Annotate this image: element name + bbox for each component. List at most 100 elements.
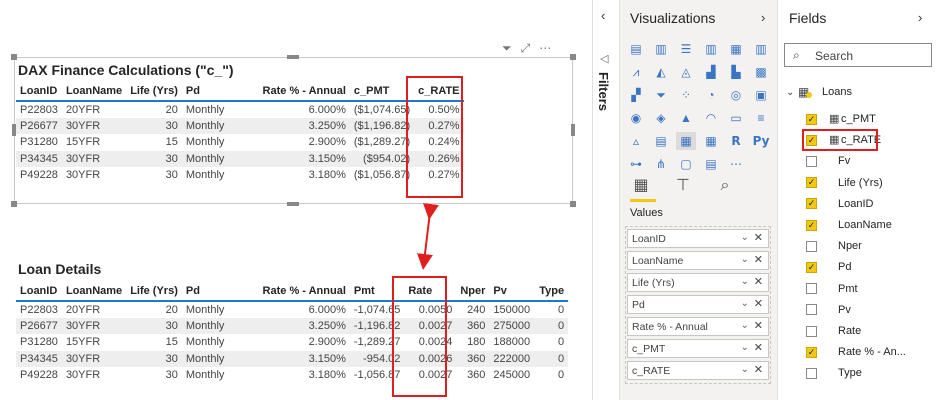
field-item[interactable]: Rate [806,323,861,339]
clustered-bar-chart-icon[interactable]: ☰ [676,40,696,58]
python-visual-icon[interactable]: Py [751,132,771,150]
remove-field-icon[interactable]: ✕ [754,253,763,266]
table-row[interactable]: P31280 15YFR 15 Monthly 2.900% -1,289.27 0.002… [16,334,569,351]
filters-pane-collapsed[interactable]: ‹ ◁ Filters [592,0,620,400]
key-influencers-icon[interactable]: ⊶ [626,155,646,173]
filter-icon[interactable]: ⏷ [502,41,512,55]
chevron-down-icon[interactable]: ⌄ [741,276,749,287]
table-row[interactable]: P26677 30YFR 30 Monthly 3.250% ($1,196.82) 0.2… [16,117,464,135]
area-chart-icon[interactable]: ◭ [651,63,671,81]
column-header[interactable]: Pd [181,81,255,102]
field-checkbox[interactable] [806,367,817,379]
card-icon[interactable]: ▭ [726,109,746,127]
format-paint-roller-icon[interactable]: ⊤ [672,175,694,197]
column-header[interactable]: Type [534,281,569,302]
chevron-down-icon[interactable]: ⌄ [786,87,798,98]
resize-handle[interactable] [287,202,299,206]
table-row[interactable]: P49228 30YFR 30 Monthly 3.180% -1,056.87 0.002… [16,367,569,384]
value-well-item[interactable]: LoanID ⌄ ✕ [627,229,769,248]
dax-finance-table[interactable]: LoanID LoanName Life (Yrs) Pd Rate % - A… [16,81,464,184]
resize-handle[interactable] [11,54,17,60]
column-header[interactable]: Life (Yrs) [126,281,182,302]
column-header[interactable]: Pd [181,281,255,302]
field-item[interactable]: ✓ Life (Yrs) [806,175,883,191]
remove-field-icon[interactable]: ✕ [754,231,763,244]
field-item[interactable]: Pv [806,302,851,318]
map-icon[interactable]: ◉ [626,109,646,127]
fields-search-input[interactable]: ⌕ Search [784,43,932,67]
field-checkbox[interactable]: ✓ [806,219,817,231]
column-header[interactable]: Nper [456,281,490,302]
field-item[interactable]: ✓ ▦ c_PMT [806,111,876,127]
line-clustered-column-chart-icon[interactable]: ▙ [726,63,746,81]
filled-map-icon[interactable]: ◈ [651,109,671,127]
column-header[interactable]: LoanID [16,281,62,302]
resize-handle[interactable] [570,201,576,207]
chevron-down-icon[interactable]: ⌄ [741,364,749,375]
column-header[interactable]: LoanName [61,281,127,302]
donut-chart-icon[interactable]: ◎ [726,86,746,104]
collapse-chevron-icon[interactable]: ‹ [601,8,605,23]
slicer-icon[interactable]: ▤ [651,132,671,150]
remove-field-icon[interactable]: ✕ [754,341,763,354]
value-well-item[interactable]: Pd ⌄ ✕ [627,295,769,314]
field-checkbox[interactable]: ✓ [806,198,817,210]
gauge-icon[interactable]: ◠ [701,109,721,127]
table-node-loans[interactable]: ⌄ ▦ Loans [786,84,852,100]
chevron-down-icon[interactable]: ⌄ [741,232,749,243]
field-checkbox[interactable] [806,283,817,295]
field-item[interactable]: ✓ Pd [806,259,851,275]
treemap-icon[interactable]: ▣ [751,86,771,104]
chevron-down-icon[interactable]: ⌄ [741,320,749,331]
line-column-chart-icon[interactable]: ▟ [701,63,721,81]
field-checkbox[interactable]: ✓ [806,346,817,358]
collapse-chevron-icon[interactable]: › [761,10,765,25]
100-bar-chart-icon[interactable]: ▦ [726,40,746,58]
value-well-item[interactable]: Life (Yrs) ⌄ ✕ [627,273,769,292]
table-row[interactable]: P49228 30YFR 30 Monthly 3.180% ($1,056.87) 0.2… [16,167,464,184]
field-item[interactable]: ✓ LoanName [806,217,892,233]
chevron-down-icon[interactable]: ⌄ [741,342,749,353]
field-checkbox[interactable]: ✓ [806,177,817,189]
remove-field-icon[interactable]: ✕ [754,297,763,310]
remove-field-icon[interactable]: ✕ [754,319,763,332]
field-checkbox[interactable] [806,240,817,252]
table-row[interactable]: P26677 30YFR 30 Monthly 3.250% -1,196.82 0.002… [16,317,569,335]
field-item[interactable]: Pmt [806,281,858,297]
table-row[interactable]: P22803 20YFR 20 Monthly 6.000% -1,074.65 0.005… [16,301,569,318]
remove-field-icon[interactable]: ✕ [754,363,763,376]
field-item[interactable]: ✓ Rate % - An... [806,344,906,360]
resize-handle[interactable] [11,201,17,207]
shape-map-icon[interactable]: ▲ [676,109,696,127]
column-header[interactable]: LoanName [61,81,127,102]
value-well-item[interactable]: LoanName ⌄ ✕ [627,251,769,270]
more-visuals-icon[interactable]: ⋯ [726,155,746,173]
matrix-icon[interactable]: ▦ [701,132,721,150]
resize-handle[interactable] [570,54,576,60]
qa-visual-icon[interactable]: ▢ [676,155,696,173]
analytics-magnifier-icon[interactable]: ⌕ [714,175,736,197]
field-checkbox[interactable]: ✓ [806,261,817,273]
stacked-bar-chart-icon[interactable]: ▤ [626,40,646,58]
loan-details-table[interactable]: LoanID LoanName Life (Yrs) Pd Rate % - A… [16,281,569,384]
table-row[interactable]: P34345 30YFR 30 Monthly 3.150% -954.02 0.0026 3… [16,350,569,368]
field-item[interactable]: Type [806,365,862,381]
resize-handle[interactable] [571,124,575,136]
ribbon-chart-icon[interactable]: ▩ [751,63,771,81]
column-header[interactable]: Rate % - Annual [254,281,350,302]
funnel-icon[interactable]: ⏷ [651,86,671,104]
field-checkbox[interactable] [806,325,817,337]
pie-chart-icon[interactable]: ◔ [701,86,721,104]
r-script-visual-icon[interactable]: R [726,132,746,150]
scatter-chart-icon[interactable]: ⁘ [676,86,696,104]
column-header[interactable]: LoanID [16,81,62,102]
table-icon[interactable]: ▦ [676,132,696,150]
table-row[interactable]: P34345 30YFR 30 Monthly 3.150% ($954.02) 0.26% [16,150,464,168]
filters-expand-icon[interactable]: ◁ [600,52,608,65]
filters-label[interactable]: Filters [596,72,611,111]
remove-field-icon[interactable]: ✕ [754,275,763,288]
fields-tab-icon[interactable]: ▦ [630,175,652,197]
decomposition-tree-icon[interactable]: ⋔ [651,155,671,173]
field-checkbox[interactable] [806,155,817,167]
smart-narrative-icon[interactable]: ▤ [701,155,721,173]
